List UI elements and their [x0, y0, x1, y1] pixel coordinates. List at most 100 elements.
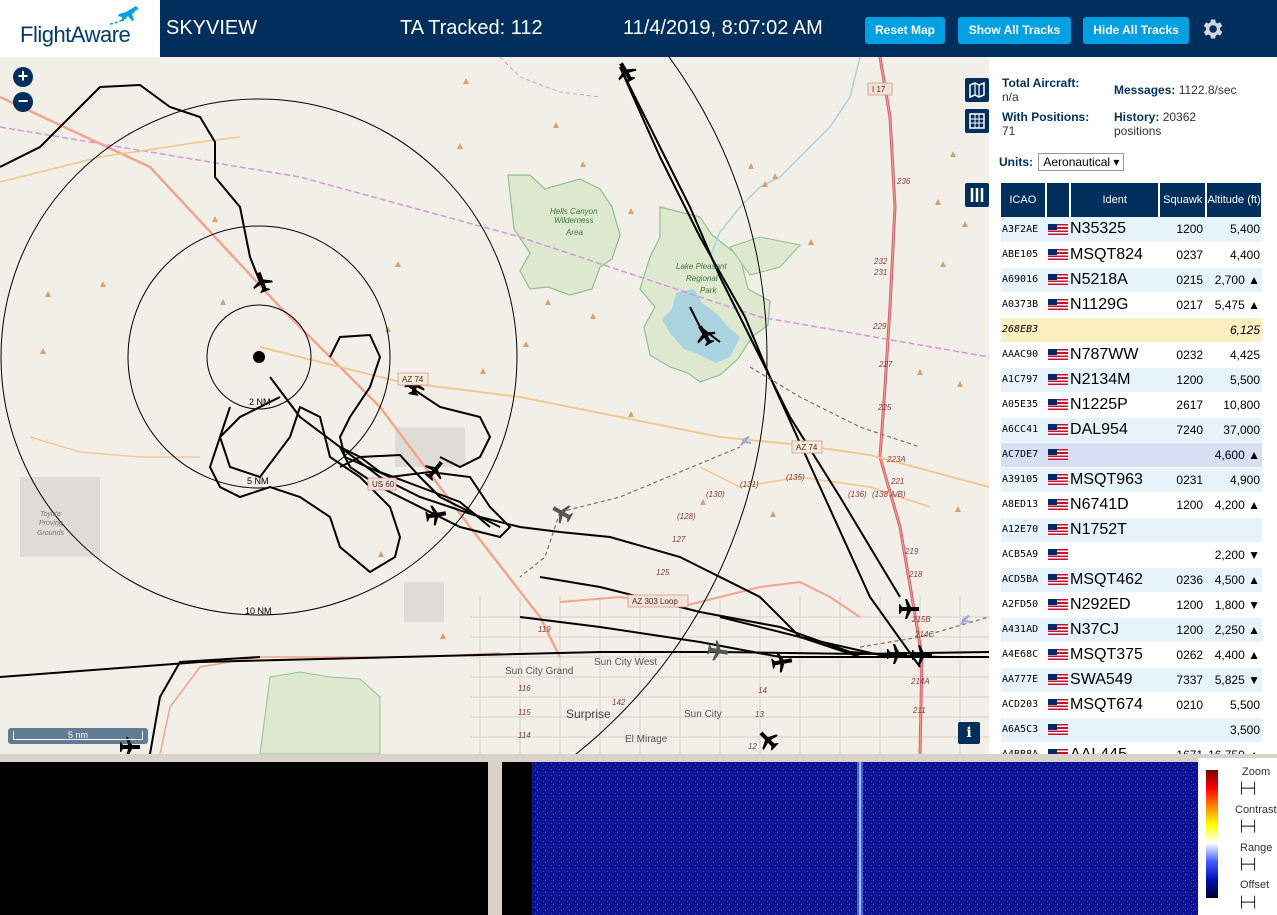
- col-icao[interactable]: ICAO: [1001, 183, 1047, 217]
- squawk-cell: 1200: [1159, 217, 1207, 243]
- svg-text:211: 211: [912, 706, 926, 715]
- altitude-cell: 16,750 ▲: [1206, 742, 1262, 754]
- flag-us-icon: [1047, 349, 1068, 361]
- aircraft-row[interactable]: A431AD N37CJ 1200 2,250 ▲: [1001, 617, 1262, 643]
- altitude-cell: 2,700 ▲: [1206, 267, 1262, 293]
- icao-cell: A2FD50: [1001, 592, 1046, 618]
- squawk-cell: 0215: [1159, 267, 1207, 293]
- col-altitude[interactable]: Altitude (ft): [1206, 183, 1263, 217]
- offset-slider[interactable]: ├─┤: [1238, 896, 1258, 909]
- contrast-slider[interactable]: ├─┤: [1238, 820, 1258, 833]
- hide-all-tracks-button[interactable]: Hide All Tracks: [1083, 17, 1189, 44]
- icao-cell: A69016: [1001, 267, 1046, 293]
- icao-cell: A4E68C: [1001, 642, 1046, 668]
- aircraft-row[interactable]: A4E68C MSQT375 0262 4,400 ▲: [1001, 642, 1262, 668]
- aircraft-row[interactable]: A8ED13 N6741D 1200 4,200 ▲: [1001, 492, 1262, 518]
- aircraft-row[interactable]: A2FD50 N292ED 1200 1,800 ▼: [1001, 592, 1262, 618]
- aircraft-row[interactable]: A6CC41 DAL954 7240 37,000: [1001, 417, 1262, 443]
- svg-text:(131): (131): [740, 480, 759, 489]
- zoom-slider[interactable]: ├─┤: [1238, 782, 1258, 795]
- history-label: History:: [1114, 110, 1160, 124]
- units-select[interactable]: Aeronautical ▾: [1038, 153, 1125, 171]
- flag-us-icon: [1047, 574, 1068, 586]
- svg-text:Grounds: Grounds: [37, 530, 64, 537]
- aircraft-row[interactable]: A3F2AE N35325 1200 5,400: [1001, 217, 1262, 243]
- flag-cell: [1045, 292, 1071, 318]
- aircraft-row[interactable]: ACD5BA MSQT462 0236 4,500 ▲: [1001, 567, 1262, 593]
- svg-text:115: 115: [518, 708, 531, 717]
- altitude-cell: 5,500: [1206, 692, 1262, 718]
- aircraft-row[interactable]: A4BB8A AAL445167116,750 ▲: [1001, 742, 1262, 754]
- spectrum-left-pane: [0, 762, 488, 915]
- aircraft-row[interactable]: A6A5C3 3,500: [1001, 717, 1262, 743]
- ident-cell: MSQT674: [1070, 692, 1160, 718]
- pane-divider[interactable]: [488, 758, 502, 915]
- flag-us-icon: [1047, 274, 1068, 286]
- squawk-cell: 0217: [1159, 292, 1207, 318]
- ring-label-5nm: 5 NM: [247, 476, 269, 486]
- squawk-cell: 0210: [1159, 692, 1207, 718]
- ident-cell: SWA549: [1070, 667, 1160, 693]
- svg-text:US 60: US 60: [372, 480, 395, 489]
- altitude-cell: 6,125: [1206, 317, 1262, 343]
- with-positions-stat: With Positions: 71: [1002, 110, 1089, 138]
- ident-cell: MSQT375: [1070, 642, 1160, 668]
- range-slider[interactable]: ├─┤: [1238, 858, 1258, 871]
- zoom-out-button[interactable]: −: [13, 92, 33, 112]
- aircraft-row[interactable]: AA777E SWA549 7337 5,825 ▼: [1001, 667, 1262, 693]
- aircraft-row[interactable]: A12E70 N1752T: [1001, 517, 1262, 543]
- columns-button[interactable]: [965, 183, 989, 207]
- info-button[interactable]: i: [958, 722, 980, 744]
- icao-cell: ACB5A9: [1001, 542, 1046, 568]
- svg-text:Surprise: Surprise: [566, 707, 611, 721]
- map-layers-button[interactable]: [965, 78, 989, 102]
- aircraft-row[interactable]: ABE105 MSQT824 0237 4,400: [1001, 242, 1262, 268]
- svg-text:(135): (135): [786, 473, 805, 482]
- aircraft-row[interactable]: ACD203 MSQT674 0210 5,500: [1001, 692, 1262, 718]
- scale-label: 5 nm: [67, 730, 88, 740]
- contrast-label: Contrast: [1235, 804, 1277, 816]
- with-positions-label: With Positions:: [1002, 110, 1090, 124]
- gear-icon[interactable]: [1199, 16, 1225, 42]
- ident-cell: N35325: [1070, 217, 1160, 243]
- altitude-cell: 4,425: [1206, 342, 1262, 368]
- grid-button[interactable]: [965, 109, 989, 133]
- zoom-in-button[interactable]: +: [13, 67, 33, 87]
- with-positions-value: 71: [1002, 124, 1016, 138]
- icao-cell: A431AD: [1001, 617, 1046, 643]
- aircraft-row[interactable]: A0373B N1129G 0217 5,475 ▲: [1001, 292, 1262, 318]
- aircraft-row[interactable]: A69016 N5218A 0215 2,700 ▲: [1001, 267, 1262, 293]
- svg-text:116: 116: [518, 684, 531, 693]
- svg-text:Sun City: Sun City: [684, 709, 722, 720]
- svg-text:231: 231: [873, 268, 887, 277]
- reset-map-button[interactable]: Reset Map: [865, 17, 945, 44]
- flag-us-icon: [1047, 674, 1068, 686]
- icao-cell: A6CC41: [1001, 417, 1046, 443]
- col-squawk[interactable]: Squawk: [1159, 183, 1208, 217]
- svg-text:232: 232: [873, 257, 888, 266]
- flag-cell: [1045, 542, 1071, 568]
- altitude-cell: 4,400: [1206, 242, 1262, 268]
- altitude-cell: 5,500: [1206, 367, 1262, 393]
- flightaware-logo[interactable]: FlightAware: [0, 0, 160, 57]
- squawk-cell: 7337: [1159, 667, 1207, 693]
- flag-us-icon: [1047, 599, 1068, 611]
- aircraft-row[interactable]: AAAC90 N787WW 0232 4,425: [1001, 342, 1262, 368]
- svg-text:Proving: Proving: [39, 520, 63, 527]
- icao-cell: A8ED13: [1001, 492, 1046, 518]
- svg-text:(130): (130): [706, 490, 725, 499]
- aircraft-sidebar: Total Aircraft: n/a Messages: 1122.8/sec…: [989, 57, 1277, 754]
- aircraft-row[interactable]: A05E35 N1225P 2617 10,800: [1001, 392, 1262, 418]
- aircraft-row[interactable]: AC7DE7 4,600 ▲: [1001, 442, 1262, 468]
- aircraft-row[interactable]: A39105 MSQT963 0231 4,900: [1001, 467, 1262, 493]
- col-ident[interactable]: Ident: [1070, 183, 1161, 217]
- show-all-tracks-button[interactable]: Show All Tracks: [958, 17, 1071, 44]
- map-view[interactable]: 2 NM 5 NM 10 NM Hells Canyon Wilderness …: [0, 57, 989, 754]
- svg-text:221: 221: [890, 477, 904, 486]
- waterfall-display[interactable]: [502, 762, 1198, 915]
- aircraft-row[interactable]: A1C797 N2134M 1200 5,500: [1001, 367, 1262, 393]
- aircraft-row[interactable]: ACB5A9 2,200 ▼: [1001, 542, 1262, 568]
- col-flag[interactable]: [1045, 183, 1072, 217]
- ident-cell: N292ED: [1070, 592, 1160, 618]
- aircraft-row[interactable]: 268EB3 6,125: [1001, 317, 1262, 343]
